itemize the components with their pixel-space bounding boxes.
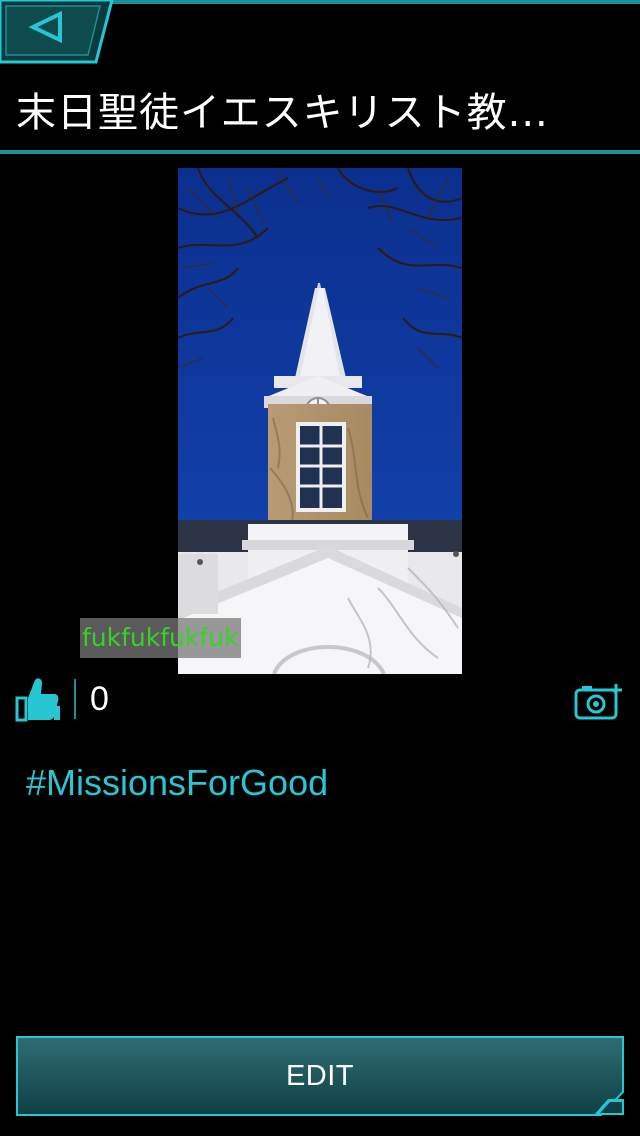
edit-button-label: EDIT <box>285 1060 355 1092</box>
add-photo-camera-icon[interactable] <box>574 682 624 722</box>
back-triangle-icon <box>0 0 114 64</box>
like-row: 0 <box>0 672 640 726</box>
church-steeple-photo <box>178 168 462 674</box>
portal-title: 末日聖徒イエスキリスト教... <box>16 90 549 136</box>
thumbs-up-icon[interactable] <box>14 676 62 722</box>
like-count: 0 <box>90 680 109 718</box>
title-divider <box>0 150 640 154</box>
like-divider <box>74 679 76 719</box>
portal-description: #MissionsForGood <box>26 762 329 803</box>
title-bar: 末日聖徒イエスキリスト教... <box>0 64 640 154</box>
back-button[interactable] <box>0 0 116 64</box>
portal-detail-screen: 末日聖徒イエスキリスト教... fukfukfukfuk 0 #Missions… <box>0 0 640 1136</box>
owner-tag: fukfukfukfuk <box>80 618 241 658</box>
edit-button[interactable]: EDIT <box>16 1036 624 1116</box>
portal-photo[interactable] <box>178 168 462 674</box>
